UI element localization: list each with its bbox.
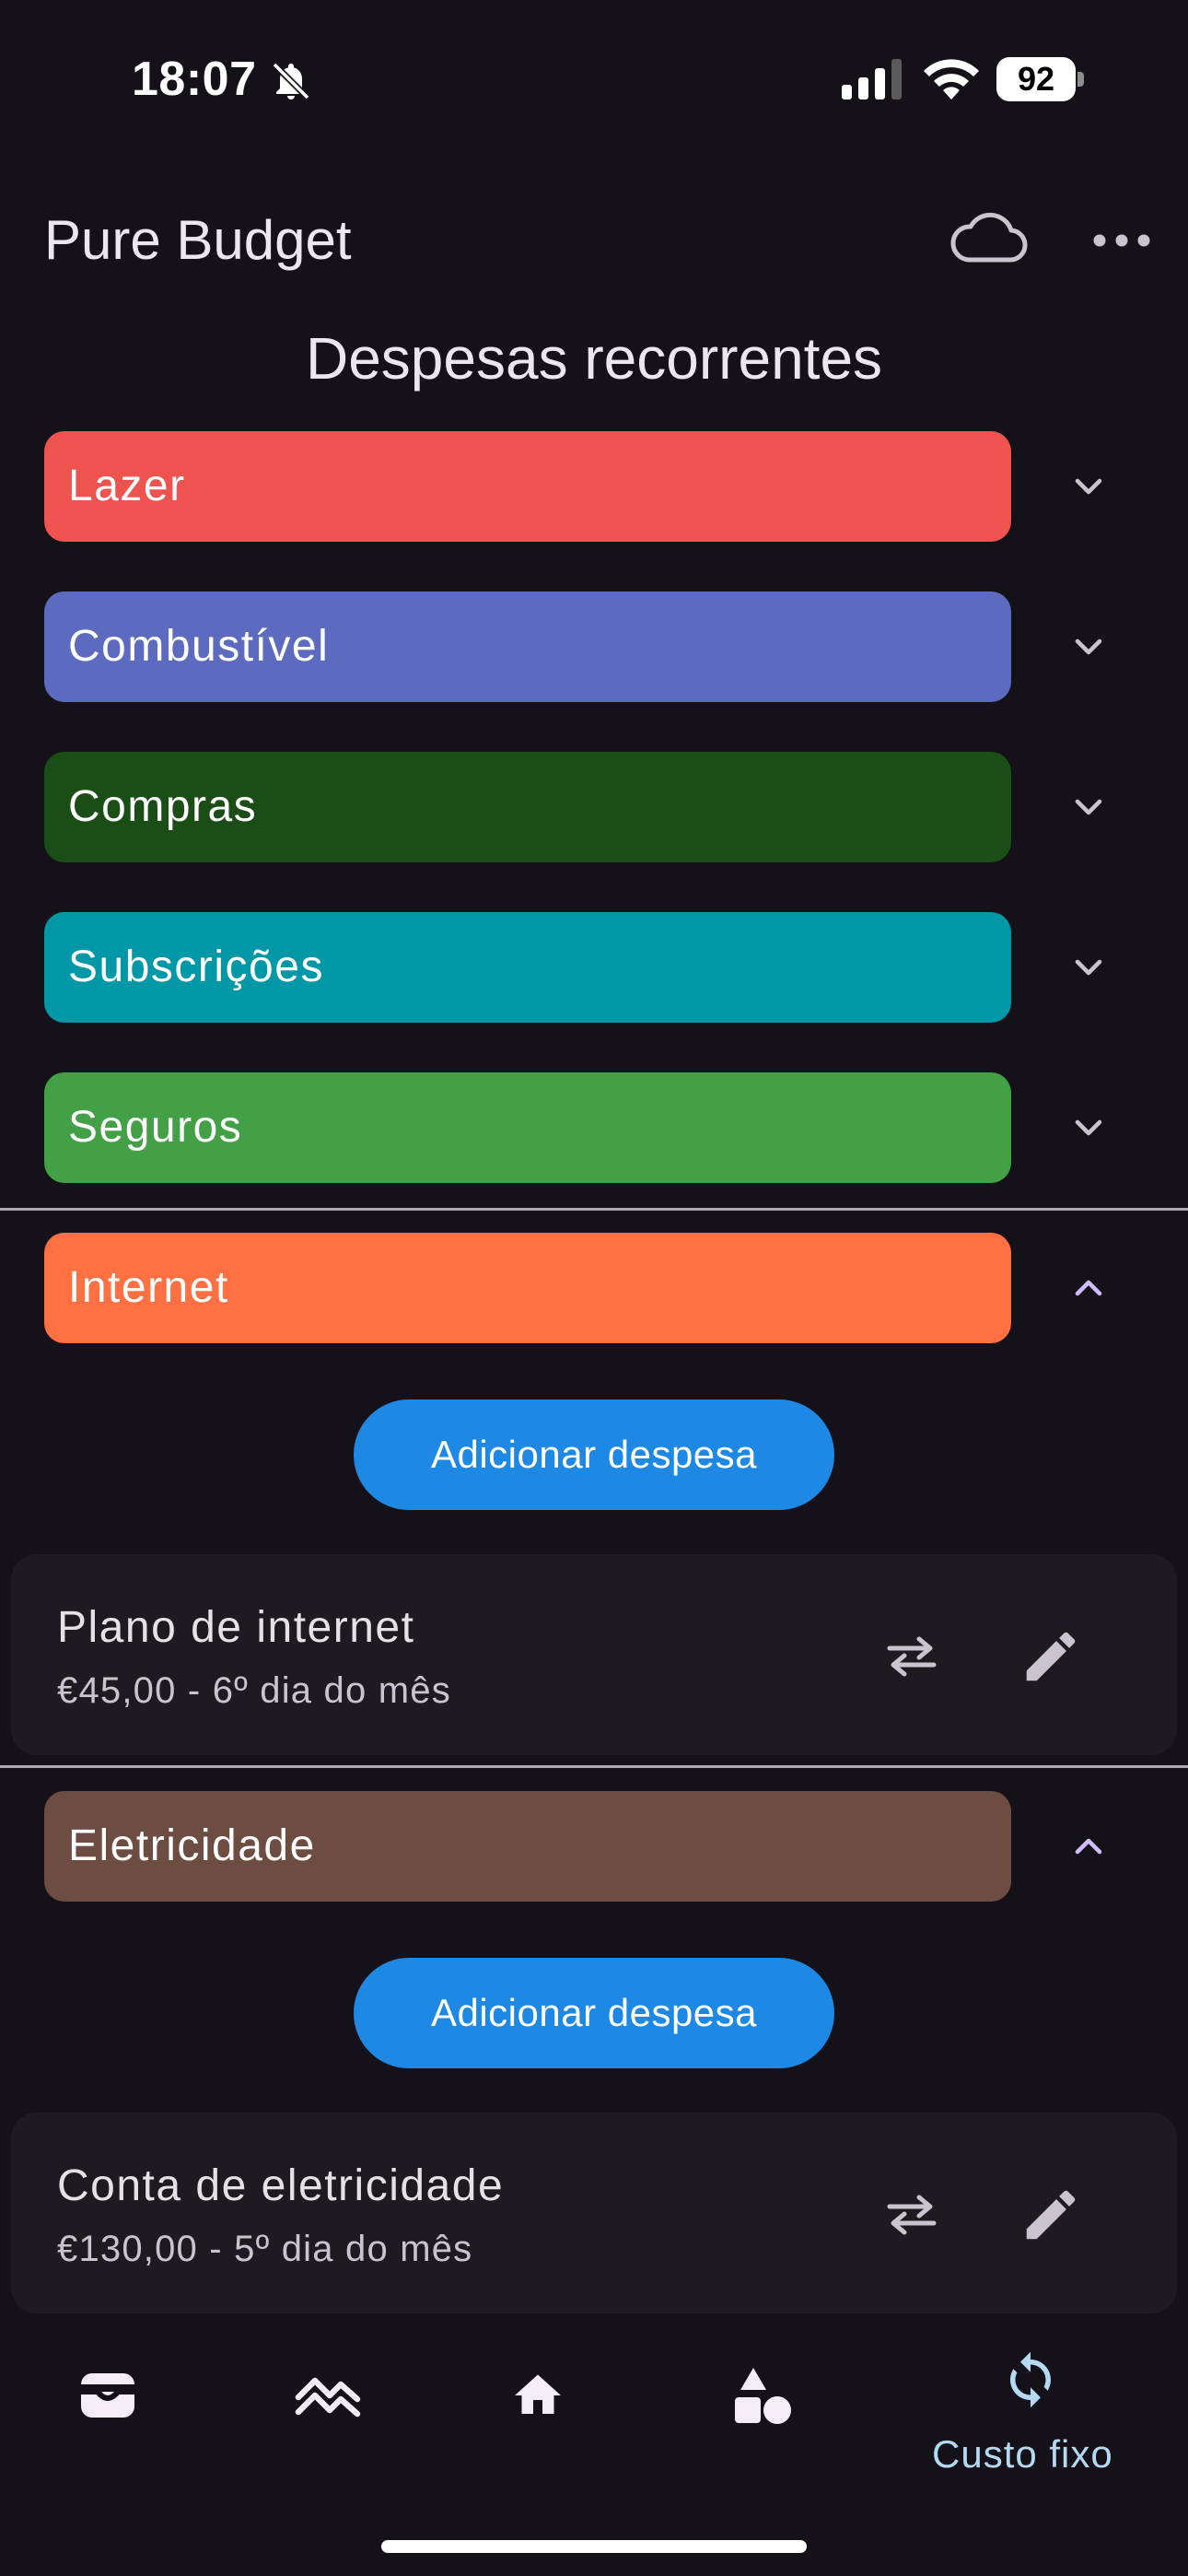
chevron-down-icon[interactable] xyxy=(1066,787,1111,827)
add-expense-button[interactable]: Adicionar despesa xyxy=(354,1958,834,2068)
more-horizontal-icon[interactable] xyxy=(1087,217,1157,263)
category-pill[interactable]: Eletricidade xyxy=(44,1791,1011,1902)
nav-item-wallet[interactable] xyxy=(55,2322,166,2478)
category-label: Lazer xyxy=(68,462,186,510)
nav-item-categories[interactable] xyxy=(707,2322,818,2478)
category-pill[interactable]: Seguros xyxy=(44,1072,1011,1183)
category-label: Subscrições xyxy=(68,943,324,991)
add-expense-button[interactable]: Adicionar despesa xyxy=(354,1399,834,1510)
signal-icon xyxy=(842,59,902,100)
category-internet[interactable]: Internet xyxy=(0,1233,1188,1343)
divider xyxy=(0,1765,1188,1768)
nav-label-fixed-cost: Custo fixo xyxy=(932,2432,1113,2476)
battery-level: 92 xyxy=(1017,60,1055,98)
category-label: Seguros xyxy=(68,1103,243,1152)
screen: 18:07 92 Pure Budget Despesas recorrente… xyxy=(0,0,1188,2576)
expense-card[interactable]: Conta de eletricidade €130,00 - 5º dia d… xyxy=(11,2113,1177,2313)
category-lazer[interactable]: Lazer xyxy=(0,431,1188,542)
chevron-down-icon[interactable] xyxy=(1066,466,1111,507)
expense-name: Conta de eletricidade xyxy=(57,2161,505,2210)
sync-icon xyxy=(1010,2351,1051,2408)
category-pill[interactable]: Combustível xyxy=(44,591,1011,702)
category-label: Internet xyxy=(68,1263,229,1312)
expense-card[interactable]: Plano de internet €45,00 - 6º dia do mês xyxy=(11,1554,1177,1755)
chevron-down-icon[interactable] xyxy=(1066,626,1111,667)
category-combustivel[interactable]: Combustível xyxy=(0,591,1188,702)
cloud-icon[interactable] xyxy=(949,206,1030,271)
chevron-down-icon[interactable] xyxy=(1066,947,1111,988)
bottom-nav: Custo fixo xyxy=(0,2322,1188,2576)
shapes-icon xyxy=(735,2368,791,2424)
category-pill[interactable]: Internet xyxy=(44,1233,1011,1343)
chevron-down-icon[interactable] xyxy=(1066,1107,1111,1148)
swap-icon[interactable] xyxy=(880,2184,943,2243)
expense-detail: €45,00 - 6º dia do mês xyxy=(57,1670,451,1711)
chevron-up-icon[interactable] xyxy=(1066,1826,1111,1867)
expense-detail: €130,00 - 5º dia do mês xyxy=(57,2229,473,2269)
trending-icon xyxy=(295,2377,361,2418)
expense-name: Plano de internet xyxy=(57,1603,415,1652)
edit-icon[interactable] xyxy=(1019,1624,1083,1689)
nav-item-trending[interactable] xyxy=(267,2322,396,2478)
wifi-icon xyxy=(924,59,979,100)
category-compras[interactable]: Compras xyxy=(0,752,1188,862)
app-title: Pure Budget xyxy=(44,209,352,271)
divider xyxy=(0,1208,1188,1211)
category-label: Compras xyxy=(68,782,258,831)
category-pill[interactable]: Subscrições xyxy=(44,912,1011,1023)
battery-icon: 92 xyxy=(996,57,1085,101)
chevron-up-icon[interactable] xyxy=(1066,1268,1111,1308)
category-label: Eletricidade xyxy=(68,1821,316,1870)
category-pill[interactable]: Lazer xyxy=(44,431,1011,542)
status-time: 18:07 xyxy=(132,53,257,106)
category-label: Combustível xyxy=(68,622,330,671)
bell-off-icon xyxy=(272,62,310,100)
category-eletricidade[interactable]: Eletricidade xyxy=(0,1791,1188,1902)
wallet-icon xyxy=(81,2373,134,2418)
home-icon xyxy=(515,2374,561,2414)
swap-icon[interactable] xyxy=(880,1626,943,1685)
category-pill[interactable]: Compras xyxy=(44,752,1011,862)
page-title: Despesas recorrentes xyxy=(305,325,883,392)
category-seguros[interactable]: Seguros xyxy=(0,1072,1188,1183)
nav-item-home[interactable] xyxy=(488,2322,589,2478)
category-subscricoes[interactable]: Subscrições xyxy=(0,912,1188,1023)
home-indicator xyxy=(381,2540,807,2553)
edit-icon[interactable] xyxy=(1019,2183,1083,2247)
